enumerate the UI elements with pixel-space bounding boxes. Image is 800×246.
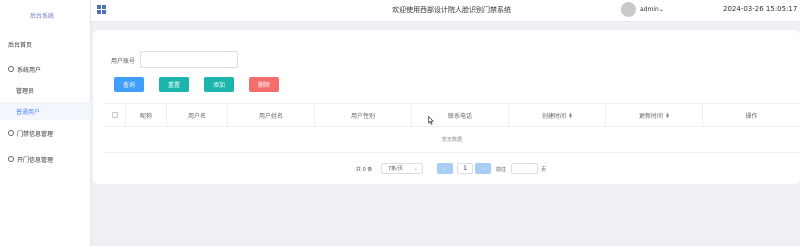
sidebar-item-label: 系统用户 <box>17 66 42 74</box>
account-search-input[interactable] <box>140 51 238 68</box>
sidebar: 后台系统 后台首页 系统用户 管理员 普通用户 门禁信息管理 开门信息管理 <box>0 0 91 246</box>
select-all-cell <box>104 104 126 126</box>
delete-button[interactable]: 删除 <box>249 77 279 92</box>
column-header-label: 更新时间 <box>638 112 663 120</box>
mouse-cursor-icon <box>428 116 434 125</box>
user-name: admin <box>640 6 659 13</box>
sidebar-item-admins[interactable]: 管理员 <box>0 81 91 99</box>
goto-page-input[interactable] <box>511 163 538 174</box>
screen: 后台系统 后台首页 系统用户 管理员 普通用户 门禁信息管理 开门信息管理 欢迎… <box>0 0 800 246</box>
column-header-label: 创建时间 <box>541 112 566 120</box>
chevron-down-icon: ⌄ <box>658 6 664 13</box>
page-size-select[interactable]: 7条/页 ⌄ <box>381 163 423 174</box>
column-header-gender: 用户性别 <box>315 104 412 126</box>
column-header-nickname: 昵称 <box>126 104 167 126</box>
pagination-total: 共 0 条 <box>356 167 373 173</box>
column-header-updated[interactable]: 更新时间 ▲ ▼ <box>606 104 703 126</box>
sidebar-item-normal-users[interactable]: 普通用户 <box>0 102 91 120</box>
user-icon <box>8 66 14 72</box>
sidebar-item-access-info[interactable]: 门禁信息管理 <box>0 124 91 142</box>
sort-icon[interactable]: ▲ ▼ <box>569 112 572 119</box>
prev-page-button[interactable]: ‹ <box>437 163 453 174</box>
select-all-checkbox[interactable] <box>111 112 118 118</box>
user-dropdown[interactable]: admin⌄ <box>640 6 664 13</box>
page-number-button[interactable]: 1 <box>457 163 473 174</box>
sidebar-item-system-users[interactable]: 系统用户 <box>0 60 91 78</box>
app-title: 后台系统 <box>30 13 55 20</box>
avatar[interactable] <box>621 2 636 17</box>
next-page-button[interactable]: › <box>475 163 491 174</box>
sidebar-item-label: 开门信息管理 <box>17 156 54 164</box>
sidebar-item-label: 门禁信息管理 <box>17 130 54 138</box>
gear-icon <box>8 130 14 136</box>
sidebar-item-label: 普通用户 <box>16 108 41 116</box>
datetime: 2024-03-26 15:05:17 <box>723 5 798 13</box>
page-title: 欢迎使用西部设计院人脸识别门禁系统 <box>392 6 511 14</box>
empty-table-text: 暂无数据 <box>104 127 800 153</box>
page-size-value: 7条/页 <box>388 166 403 172</box>
query-button[interactable]: 查询 <box>114 77 144 92</box>
sort-icon[interactable]: ▲ ▼ <box>666 112 669 119</box>
table-header: 昵称 用户名 用户姓名 用户性别 联系电话 创建时间 ▲ ▼ 更新时间 ▲ ▼ 操作 <box>104 103 800 127</box>
gear-icon <box>8 156 14 162</box>
column-header-phone: 联系电话 <box>412 104 509 126</box>
goto-label: 前往 <box>496 167 507 173</box>
reset-button[interactable]: 重置 <box>159 77 189 92</box>
add-button[interactable]: 添加 <box>204 77 234 92</box>
page-unit-label: 页 <box>541 167 547 173</box>
column-header-actions: 操作 <box>745 112 758 120</box>
sidebar-item-home[interactable]: 后台首页 <box>0 35 91 53</box>
sidebar-item-open-info[interactable]: 开门信息管理 <box>0 150 91 168</box>
sidebar-item-label: 后台首页 <box>8 41 33 49</box>
menu-toggle-icon[interactable] <box>97 5 106 14</box>
chevron-down-icon: ⌄ <box>413 166 418 172</box>
column-header-realname: 用户姓名 <box>228 104 315 126</box>
sidebar-item-label: 管理员 <box>16 87 35 95</box>
column-header-created[interactable]: 创建时间 ▲ ▼ <box>509 104 606 126</box>
search-label: 用户账号 <box>111 58 136 65</box>
column-header-username: 用户名 <box>167 104 228 126</box>
